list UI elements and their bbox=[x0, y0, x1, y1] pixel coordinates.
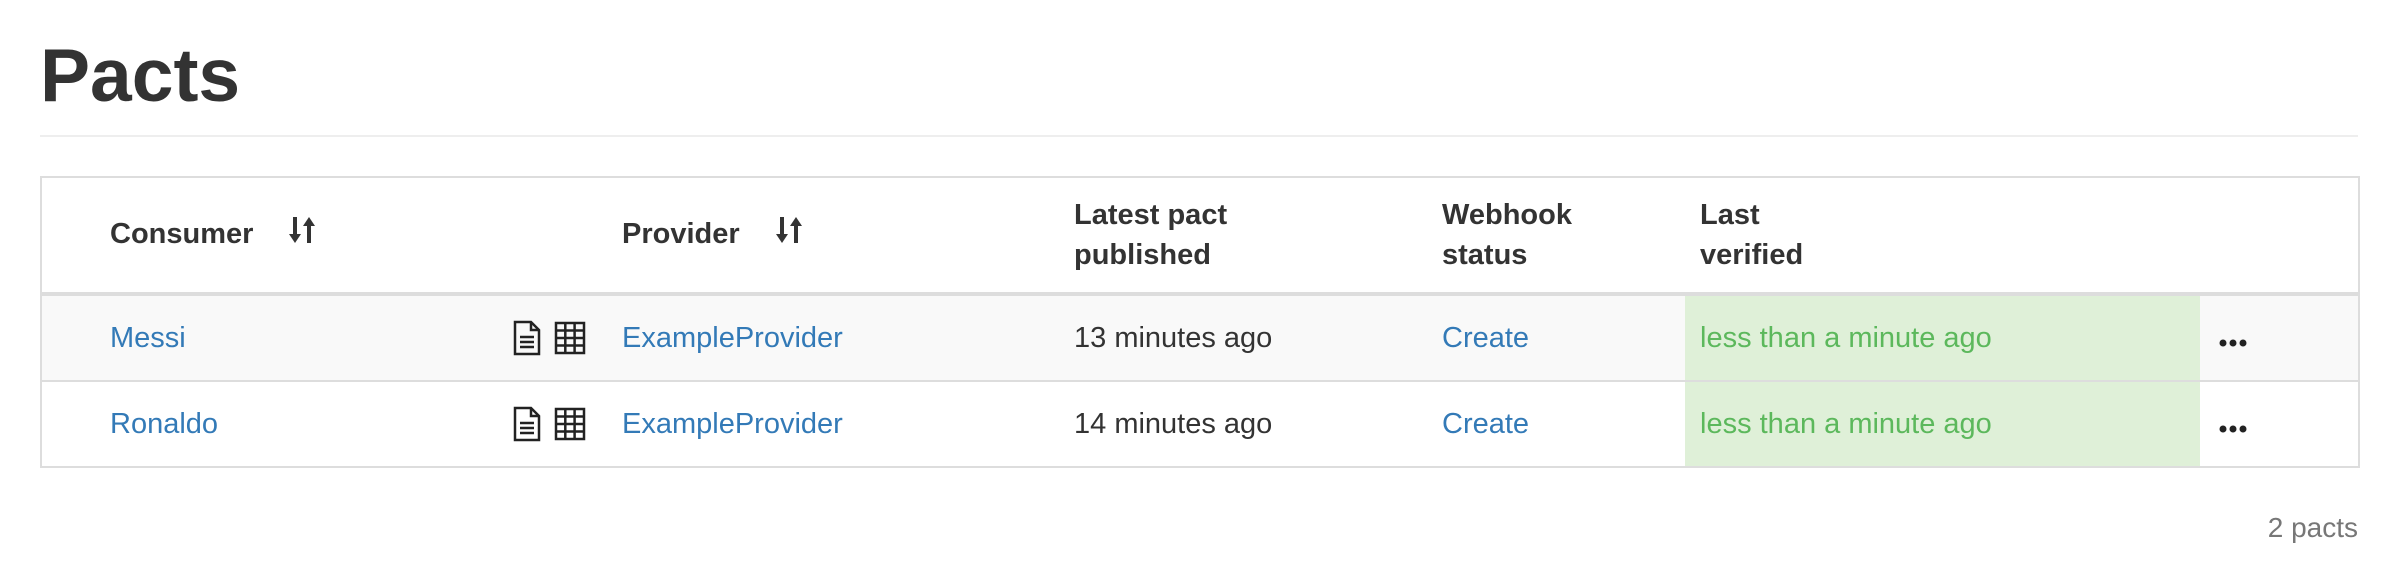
page-header: Pacts bbox=[40, 0, 2358, 137]
provider-link[interactable]: ExampleProvider bbox=[622, 408, 843, 440]
consumer-link[interactable]: Messi bbox=[110, 322, 186, 354]
ellipsis-icon[interactable] bbox=[2215, 339, 2247, 347]
table-row: Messi ExampleProvider 13 minutes ago Cre… bbox=[41, 293, 2359, 381]
sort-icon[interactable] bbox=[287, 214, 317, 257]
consumer-header-label: Consumer bbox=[110, 217, 254, 250]
provider-cell: ExampleProvider bbox=[607, 293, 1059, 381]
document-icon[interactable] bbox=[512, 406, 542, 442]
provider-header[interactable]: Provider bbox=[607, 177, 1059, 296]
pact-actions-cell bbox=[497, 293, 607, 381]
page-title: Pacts bbox=[40, 33, 241, 117]
webhook-status-header: Webhook status bbox=[1427, 177, 1685, 296]
webhook-status-cell: Create bbox=[1427, 293, 1685, 381]
webhook-status-cell: Create bbox=[1427, 380, 1685, 467]
provider-cell: ExampleProvider bbox=[607, 380, 1059, 467]
last-verified-cell: less than a minute ago bbox=[1685, 293, 2200, 381]
matrix-grid-icon[interactable] bbox=[554, 321, 586, 355]
last-verified-cell: less than a minute ago bbox=[1685, 380, 2200, 467]
latest-published-cell: 13 minutes ago bbox=[1059, 293, 1427, 381]
provider-header-label: Provider bbox=[622, 217, 740, 250]
create-webhook-link[interactable]: Create bbox=[1442, 408, 1529, 440]
row-actions-cell bbox=[2200, 293, 2359, 381]
table-row: Ronaldo ExampleProvider 14 minutes ago C… bbox=[41, 380, 2359, 467]
consumer-cell: Ronaldo bbox=[95, 380, 497, 467]
row-actions-cell bbox=[2200, 380, 2359, 467]
ellipsis-icon[interactable] bbox=[2215, 425, 2247, 433]
consumer-link[interactable]: Ronaldo bbox=[110, 408, 218, 440]
table-header-row: Consumer Provider Latest pact published … bbox=[41, 177, 2359, 296]
consumer-cell: Messi bbox=[95, 293, 497, 381]
pacts-table: Consumer Provider Latest pact published … bbox=[40, 176, 2360, 468]
document-icon[interactable] bbox=[512, 320, 542, 356]
provider-link[interactable]: ExampleProvider bbox=[622, 322, 843, 354]
latest-published-cell: 14 minutes ago bbox=[1059, 380, 1427, 467]
matrix-grid-icon[interactable] bbox=[554, 407, 586, 441]
sort-icon[interactable] bbox=[774, 214, 804, 257]
create-webhook-link[interactable]: Create bbox=[1442, 322, 1529, 354]
last-verified-header: Last verified bbox=[1685, 177, 2200, 296]
pact-actions-cell bbox=[497, 380, 607, 467]
pacts-count: 2 pacts bbox=[2267, 512, 2358, 543]
consumer-header[interactable]: Consumer bbox=[95, 177, 497, 296]
latest-pact-header: Latest pact published bbox=[1059, 177, 1427, 296]
